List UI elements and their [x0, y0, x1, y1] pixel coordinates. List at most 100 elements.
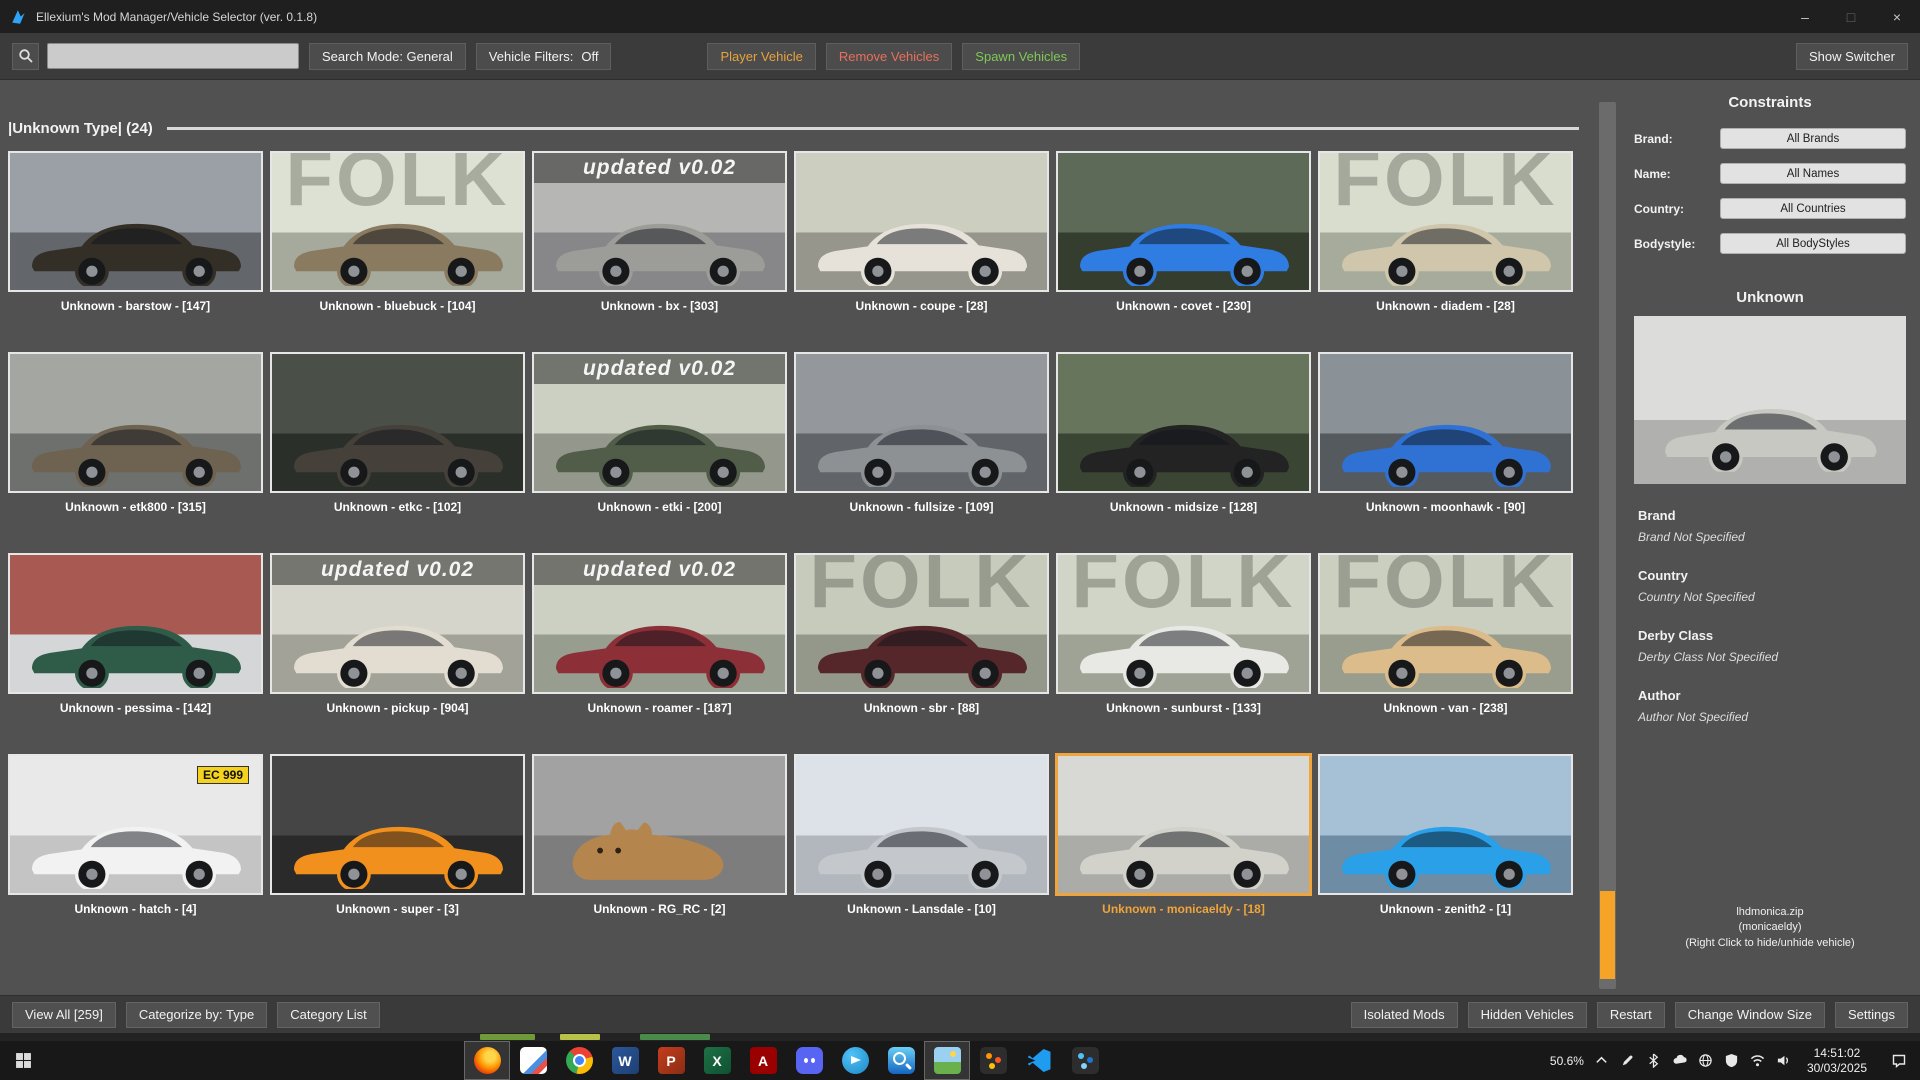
notification-center-button[interactable]	[1882, 1041, 1916, 1080]
change-window-size-button[interactable]: Change Window Size	[1675, 1002, 1825, 1028]
remove-vehicles-button[interactable]: Remove Vehicles	[826, 43, 952, 70]
taskbar-app-cell[interactable]	[510, 1041, 556, 1080]
globe-icon[interactable]	[1697, 1052, 1714, 1069]
vehicle-card[interactable]: Unknown - barstow - [147]	[8, 151, 263, 313]
taskbar-app-cell[interactable]	[1016, 1041, 1062, 1080]
pen-icon[interactable]	[1619, 1052, 1636, 1069]
vehicle-thumbnail[interactable]	[794, 151, 1049, 292]
show-switcher-button[interactable]: Show Switcher	[1796, 43, 1908, 70]
vehicle-card[interactable]: Unknown - zenith2 - [1]	[1318, 754, 1573, 916]
search-icon-button[interactable]	[12, 43, 39, 70]
vehicle-filters-button[interactable]: Vehicle Filters: Off	[476, 43, 612, 70]
maximize-button[interactable]: □	[1828, 0, 1874, 33]
categorize-by-button[interactable]: Categorize by: Type	[126, 1002, 267, 1028]
player-vehicle-button[interactable]: Player Vehicle	[707, 43, 815, 70]
vehicle-thumbnail[interactable]	[8, 151, 263, 292]
vehicle-card[interactable]: Unknown - coupe - [28]	[794, 151, 1049, 313]
vehicle-thumbnail[interactable]: updated v0.02	[270, 553, 525, 694]
category-list-button[interactable]: Category List	[277, 1002, 380, 1028]
isolated-mods-button[interactable]: Isolated Mods	[1351, 1002, 1458, 1028]
vehicle-card[interactable]: Unknown - etk800 - [315]	[8, 352, 263, 514]
vehicle-illustration	[547, 804, 773, 889]
vehicle-thumbnail[interactable]: FOLK	[270, 151, 525, 292]
vehicle-card[interactable]: Unknown - midsize - [128]	[1056, 352, 1311, 514]
taskbar-app-cell[interactable]	[970, 1041, 1016, 1080]
vehicle-thumbnail[interactable]	[1056, 754, 1311, 895]
vehicle-card[interactable]: FOLK Unknown - bluebuck - [104]	[270, 151, 525, 313]
vehicle-card[interactable]: updated v0.02 Unknown - pickup - [904]	[270, 553, 525, 715]
vehicle-card[interactable]: Unknown - fullsize - [109]	[794, 352, 1049, 514]
vehicle-card[interactable]: FOLK Unknown - sbr - [88]	[794, 553, 1049, 715]
vehicle-card[interactable]: updated v0.02 Unknown - bx - [303]	[532, 151, 787, 313]
minimize-button[interactable]: –	[1782, 0, 1828, 33]
vehicle-card[interactable]: Unknown - etkc - [102]	[270, 352, 525, 514]
vehicle-thumbnail[interactable]: updated v0.02	[532, 151, 787, 292]
vehicle-thumbnail[interactable]: EC 999	[8, 754, 263, 895]
spawn-vehicles-button[interactable]: Spawn Vehicles	[962, 43, 1080, 70]
bodystyle-filter-button[interactable]: All BodyStyles	[1720, 233, 1906, 254]
wifi-icon[interactable]	[1749, 1052, 1766, 1069]
vehicle-thumbnail[interactable]: FOLK	[794, 553, 1049, 694]
taskbar-app-cell[interactable]: A	[740, 1041, 786, 1080]
vehicle-thumbnail[interactable]	[8, 553, 263, 694]
vehicle-thumbnail[interactable]	[270, 754, 525, 895]
cloud-icon[interactable]	[1671, 1052, 1688, 1069]
taskbar-app-cell[interactable]	[832, 1041, 878, 1080]
vehicle-card[interactable]: Unknown - monicaeldy - [18]	[1056, 754, 1311, 916]
vertical-scrollbar[interactable]	[1599, 102, 1616, 989]
vehicle-thumbnail[interactable]	[1056, 352, 1311, 493]
vehicle-thumbnail[interactable]: FOLK	[1318, 553, 1573, 694]
taskbar-app-cell[interactable]	[556, 1041, 602, 1080]
close-button[interactable]: ×	[1874, 0, 1920, 33]
chevron-icon[interactable]	[1593, 1052, 1610, 1069]
vehicle-thumbnail[interactable]	[1318, 754, 1573, 895]
country-filter-button[interactable]: All Countries	[1720, 198, 1906, 219]
taskbar-app-cell[interactable]	[464, 1041, 510, 1080]
search-mode-button[interactable]: Search Mode: General	[309, 43, 466, 70]
bluetooth-icon[interactable]	[1645, 1052, 1662, 1069]
hidden-vehicles-button[interactable]: Hidden Vehicles	[1468, 1002, 1587, 1028]
taskbar-app-cell[interactable]: X	[694, 1041, 740, 1080]
vehicle-thumbnail[interactable]	[532, 754, 787, 895]
vehicle-thumbnail[interactable]: FOLK	[1318, 151, 1573, 292]
taskbar-clock[interactable]: 14:51:02 30/03/2025	[1801, 1046, 1873, 1076]
vehicle-card[interactable]: Unknown - moonhawk - [90]	[1318, 352, 1573, 514]
vehicle-thumbnail[interactable]	[794, 352, 1049, 493]
taskbar-app-cell[interactable]	[878, 1041, 924, 1080]
taskbar-app-cell[interactable]: P	[648, 1041, 694, 1080]
vehicle-thumbnail[interactable]	[1318, 352, 1573, 493]
vehicle-card[interactable]: updated v0.02 Unknown - roamer - [187]	[532, 553, 787, 715]
scrollbar-thumb[interactable]	[1600, 891, 1615, 979]
vehicle-card[interactable]: FOLK Unknown - van - [238]	[1318, 553, 1573, 715]
vehicle-card[interactable]: EC 999 Unknown - hatch - [4]	[8, 754, 263, 916]
vehicle-thumbnail[interactable]	[1056, 151, 1311, 292]
vehicle-card[interactable]: FOLK Unknown - sunburst - [133]	[1056, 553, 1311, 715]
search-input[interactable]	[47, 43, 299, 69]
taskbar-app-cell[interactable]	[924, 1041, 970, 1080]
vehicle-card[interactable]: FOLK Unknown - diadem - [28]	[1318, 151, 1573, 313]
shield-icon[interactable]	[1723, 1052, 1740, 1069]
time-label: 14:51:02	[1807, 1046, 1867, 1061]
vehicle-card[interactable]: Unknown - pessima - [142]	[8, 553, 263, 715]
restart-button[interactable]: Restart	[1597, 1002, 1665, 1028]
taskbar-app-cell[interactable]: W	[602, 1041, 648, 1080]
vehicle-thumbnail[interactable]: updated v0.02	[532, 352, 787, 493]
vehicle-thumbnail[interactable]	[794, 754, 1049, 895]
brand-filter-button[interactable]: All Brands	[1720, 128, 1906, 149]
name-filter-button[interactable]: All Names	[1720, 163, 1906, 184]
vehicle-thumbnail[interactable]	[8, 352, 263, 493]
settings-button[interactable]: Settings	[1835, 1002, 1908, 1028]
vehicle-card[interactable]: Unknown - RG_RC - [2]	[532, 754, 787, 916]
start-button[interactable]	[0, 1041, 46, 1080]
vehicle-thumbnail[interactable]: updated v0.02	[532, 553, 787, 694]
vehicle-card[interactable]: updated v0.02 Unknown - etki - [200]	[532, 352, 787, 514]
vehicle-card[interactable]: Unknown - super - [3]	[270, 754, 525, 916]
vehicle-card[interactable]: Unknown - covet - [230]	[1056, 151, 1311, 313]
view-all-button[interactable]: View All [259]	[12, 1002, 116, 1028]
taskbar-app-cell[interactable]	[786, 1041, 832, 1080]
volume-icon[interactable]	[1775, 1052, 1792, 1069]
taskbar-app-cell[interactable]	[1062, 1041, 1108, 1080]
vehicle-card[interactable]: Unknown - Lansdale - [10]	[794, 754, 1049, 916]
vehicle-thumbnail[interactable]	[270, 352, 525, 493]
vehicle-thumbnail[interactable]: FOLK	[1056, 553, 1311, 694]
